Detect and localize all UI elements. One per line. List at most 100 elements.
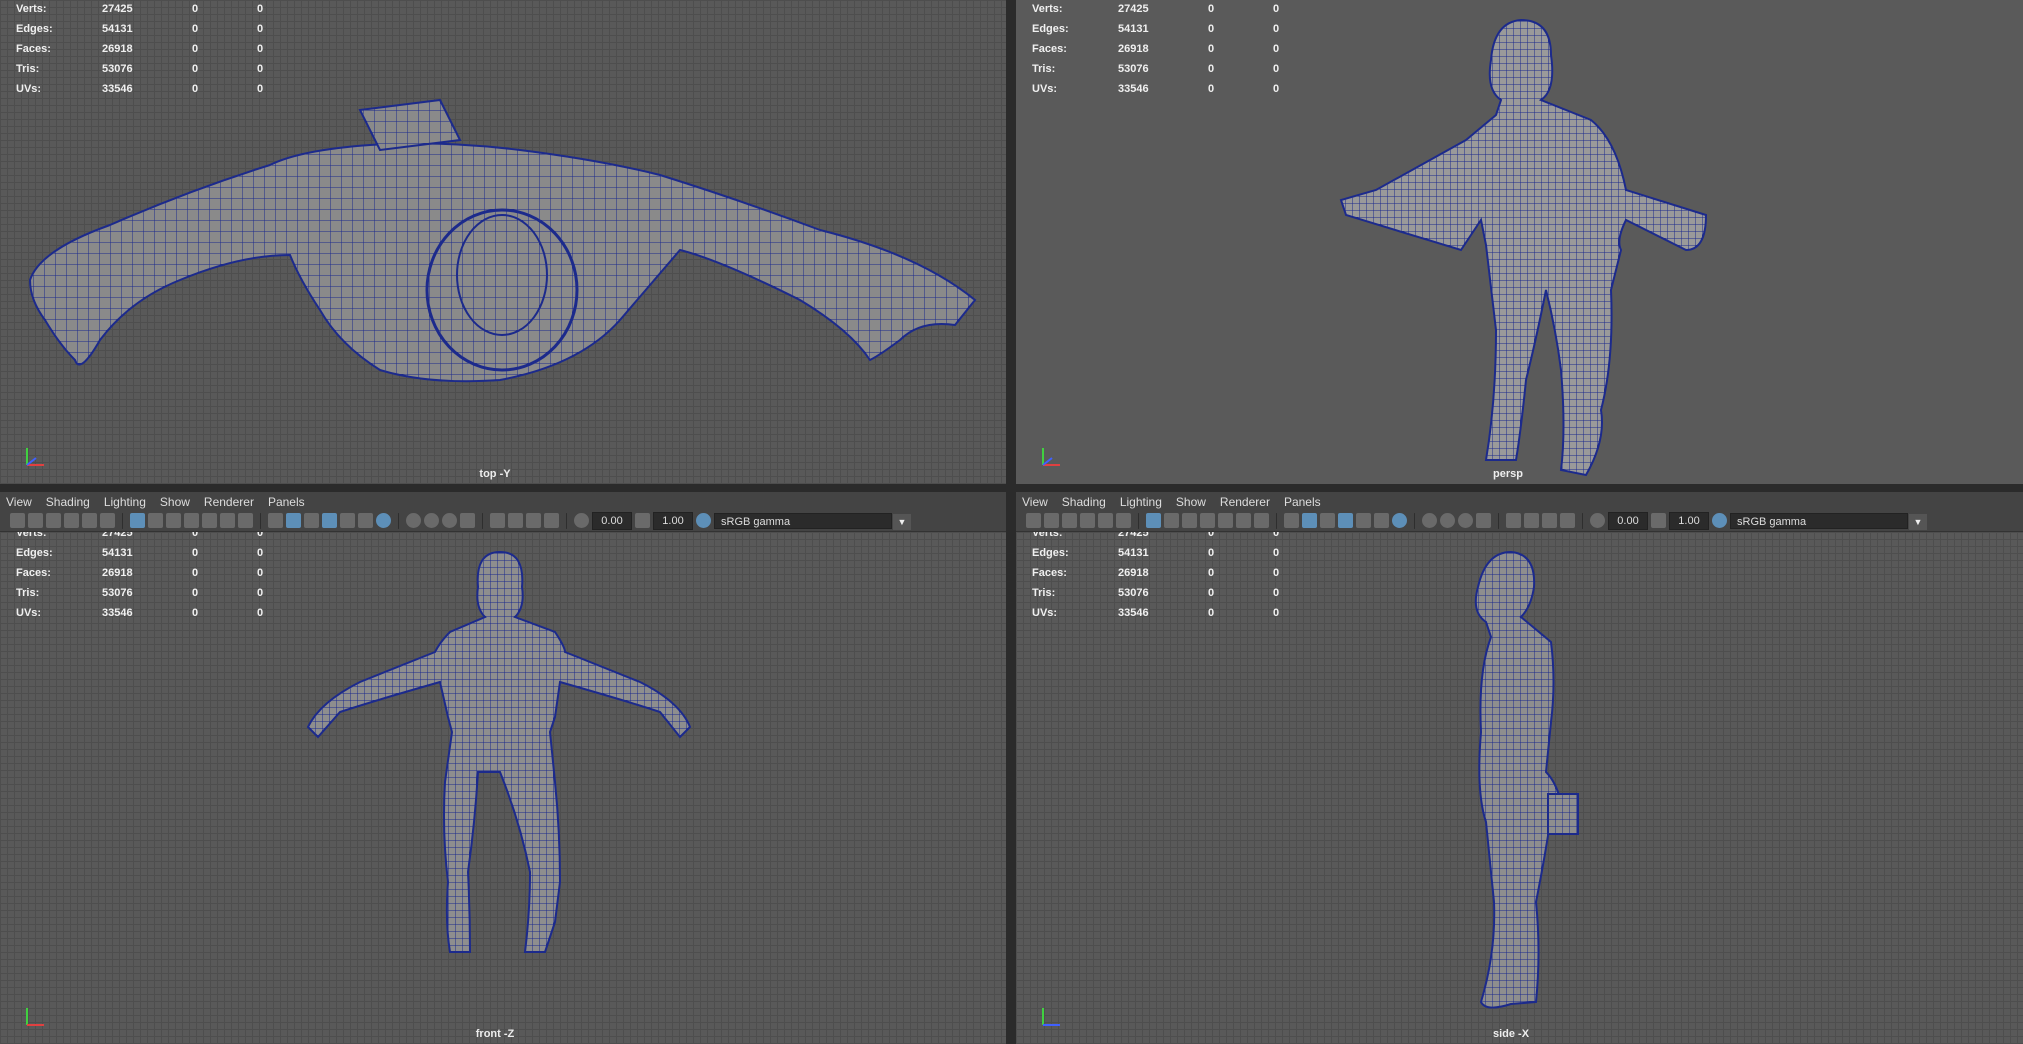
exposure-field[interactable]: 0.00 (1608, 511, 1648, 530)
poly-count-hud-front: Verts: 27425 0 0 Edges: 54131 0 0 Faces: 26918 0… (16, 532, 264, 619)
view-transform-dropdown[interactable]: sRGB gamma ▼ (714, 512, 911, 530)
gamma-icon[interactable] (635, 513, 650, 528)
menu-lighting[interactable]: Lighting (1120, 495, 1162, 509)
menu-panels[interactable]: Panels (268, 495, 305, 509)
menu-show[interactable]: Show (160, 495, 190, 509)
wireframe-on-shaded-icon[interactable] (1338, 513, 1353, 528)
separator (1276, 512, 1277, 529)
resolution-gate-icon[interactable] (1182, 513, 1197, 528)
textured-icon[interactable] (1356, 513, 1371, 528)
camera-attributes-icon[interactable] (28, 513, 43, 528)
xray-icon[interactable] (508, 513, 523, 528)
camera-select-icon[interactable] (1026, 513, 1041, 528)
screen-space-ao-icon[interactable] (1422, 513, 1437, 528)
safe-title-icon[interactable] (1254, 513, 1269, 528)
shadows-icon[interactable] (376, 513, 391, 528)
exposure-icon[interactable] (1590, 513, 1605, 528)
menu-lighting[interactable]: Lighting (104, 495, 146, 509)
default-material-icon[interactable] (1320, 513, 1335, 528)
viewport-top[interactable]: Verts: 27425 0 0 Edges: 54131 0 0 Faces: 26918 0… (0, 0, 1006, 484)
poly-count-hud-side: Verts: 27425 0 0 Edges: 54131 0 0 Faces: 26918 0… (1032, 532, 1280, 619)
gamma-field[interactable]: 1.00 (653, 511, 693, 530)
chevron-down-icon[interactable]: ▼ (893, 513, 911, 530)
separator (566, 512, 567, 529)
gamma-icon[interactable] (1651, 513, 1666, 528)
camera-select-icon[interactable] (10, 513, 25, 528)
isolate-select-icon[interactable] (490, 513, 505, 528)
panel-toolbar-side: 0.00 1.00 sRGB gamma ▼ (1016, 510, 2023, 532)
motion-blur-icon[interactable] (424, 513, 439, 528)
color-management-icon[interactable] (696, 513, 711, 528)
grease-pencil-icon[interactable] (100, 513, 115, 528)
depth-of-field-icon[interactable] (1476, 513, 1491, 528)
field-chart-icon[interactable] (1218, 513, 1233, 528)
field-chart-icon[interactable] (202, 513, 217, 528)
wireframe-icon[interactable] (268, 513, 283, 528)
menu-show[interactable]: Show (1176, 495, 1206, 509)
menu-panels[interactable]: Panels (1284, 495, 1321, 509)
xray-active-icon[interactable] (526, 513, 541, 528)
viewport-persp[interactable]: Verts: 27425 0 0 Edges: 54131 0 0 Faces: 26918 0… (1016, 0, 2023, 484)
panel-toolbar-front: 0.00 1.00 sRGB gamma ▼ (0, 510, 1006, 532)
gamma-field[interactable]: 1.00 (1669, 511, 1709, 530)
film-gate-icon[interactable] (148, 513, 163, 528)
viewport-side[interactable]: Verts: 27425 0 0 Edges: 54131 0 0 Faces: 26918 0… (1016, 532, 2023, 1044)
wireframe-icon[interactable] (1284, 513, 1299, 528)
exposure-icon[interactable] (574, 513, 589, 528)
menu-view[interactable]: View (6, 495, 32, 509)
viewport-label-persp: persp (1493, 468, 1523, 480)
separator (1498, 512, 1499, 529)
lighting-icon[interactable] (1374, 513, 1389, 528)
safe-title-icon[interactable] (238, 513, 253, 528)
shadows-icon[interactable] (1392, 513, 1407, 528)
menu-shading[interactable]: Shading (1062, 495, 1106, 509)
xray-joints-icon[interactable] (1560, 513, 1575, 528)
film-gate-icon[interactable] (1164, 513, 1179, 528)
xray-joints-icon[interactable] (544, 513, 559, 528)
view-transform-dropdown[interactable]: sRGB gamma ▼ (1730, 512, 1927, 530)
gate-mask-icon[interactable] (184, 513, 199, 528)
viewport-front[interactable]: Verts: 27425 0 0 Edges: 54131 0 0 Faces: 26918 0… (0, 532, 1006, 1044)
menu-renderer[interactable]: Renderer (204, 495, 254, 509)
xray-icon[interactable] (1524, 513, 1539, 528)
grease-pencil-icon[interactable] (1116, 513, 1131, 528)
exposure-field[interactable]: 0.00 (592, 511, 632, 530)
motion-blur-icon[interactable] (1440, 513, 1455, 528)
smooth-shade-icon[interactable] (1302, 513, 1317, 528)
view-transform-value: sRGB gamma (721, 515, 791, 528)
xray-active-icon[interactable] (1542, 513, 1557, 528)
grid-icon[interactable] (130, 513, 145, 528)
bookmark-icon[interactable] (1062, 513, 1077, 528)
anti-aliasing-icon[interactable] (1458, 513, 1473, 528)
bookmark-icon[interactable] (46, 513, 61, 528)
textured-icon[interactable] (340, 513, 355, 528)
smooth-shade-icon[interactable] (286, 513, 301, 528)
safe-action-icon[interactable] (220, 513, 235, 528)
viewport-label-side: side -X (1492, 1028, 1530, 1040)
chevron-down-icon[interactable]: ▼ (1909, 513, 1927, 530)
grid-icon[interactable] (1146, 513, 1161, 528)
poly-count-hud-persp: Verts: 27425 0 0 Edges: 54131 0 0 Faces: 26918 0… (1032, 3, 1280, 95)
image-plane-icon[interactable] (1080, 513, 1095, 528)
default-material-icon[interactable] (304, 513, 319, 528)
lighting-icon[interactable] (358, 513, 373, 528)
2d-pan-zoom-icon[interactable] (1098, 513, 1113, 528)
menu-view[interactable]: View (1022, 495, 1048, 509)
screen-space-ao-icon[interactable] (406, 513, 421, 528)
resolution-gate-icon[interactable] (166, 513, 181, 528)
depth-of-field-icon[interactable] (460, 513, 475, 528)
camera-attributes-icon[interactable] (1044, 513, 1059, 528)
wireframe-on-shaded-icon[interactable] (322, 513, 337, 528)
axis-gizmo-icon (1042, 1008, 1060, 1026)
menu-shading[interactable]: Shading (46, 495, 90, 509)
image-plane-icon[interactable] (64, 513, 79, 528)
color-management-icon[interactable] (1712, 513, 1727, 528)
isolate-select-icon[interactable] (1506, 513, 1521, 528)
2d-pan-zoom-icon[interactable] (82, 513, 97, 528)
gate-mask-icon[interactable] (1200, 513, 1215, 528)
anti-aliasing-icon[interactable] (442, 513, 457, 528)
safe-action-icon[interactable] (1236, 513, 1251, 528)
separator (260, 512, 261, 529)
separator (482, 512, 483, 529)
menu-renderer[interactable]: Renderer (1220, 495, 1270, 509)
